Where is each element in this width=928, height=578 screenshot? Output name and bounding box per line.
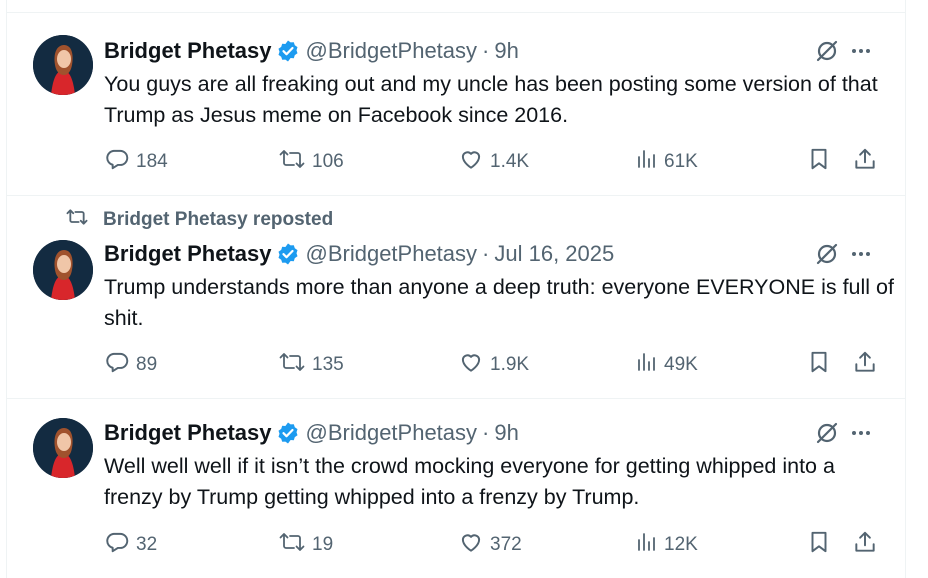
reply-count: 32 — [136, 534, 158, 555]
share-icon — [852, 146, 884, 178]
repost-icon — [278, 349, 312, 381]
reply-count: 184 — [136, 151, 168, 172]
reply-icon — [104, 349, 136, 381]
views-count: 49K — [664, 354, 698, 375]
avatar[interactable] — [33, 418, 93, 478]
tweet[interactable]: Bridget Phetasy @BridgetPhetasy · 9h You… — [7, 12, 905, 196]
author-handle[interactable]: @BridgetPhetasy — [306, 38, 478, 64]
bookmark-button[interactable] — [806, 530, 838, 560]
share-button[interactable] — [852, 530, 884, 560]
separator: · — [482, 38, 490, 63]
author-handle[interactable]: @BridgetPhetasy — [306, 241, 478, 267]
views-icon — [634, 146, 664, 178]
grok-icon[interactable] — [814, 241, 840, 272]
repost-indicator: Bridget Phetasy reposted — [65, 208, 333, 232]
like-button[interactable]: 1.9K — [458, 350, 529, 380]
verified-badge-icon — [276, 39, 300, 63]
author-name[interactable]: Bridget Phetasy — [104, 420, 272, 446]
repost-count: 19 — [312, 534, 334, 555]
tweet[interactable]: Bridget Phetasy reposted Bridget Phetasy… — [7, 196, 905, 399]
share-icon — [852, 349, 884, 381]
author-name[interactable]: Bridget Phetasy — [104, 241, 272, 267]
like-count: 1.9K — [490, 354, 530, 375]
repost-icon — [278, 529, 312, 561]
action-bar: 184 106 1.4K 61K — [104, 147, 894, 177]
tweet-text: You guys are all freaking out and my unc… — [104, 72, 878, 127]
reply-icon — [104, 529, 136, 561]
repost-icon — [65, 207, 89, 233]
repost-button[interactable]: 135 — [278, 350, 344, 380]
views-icon — [634, 529, 664, 561]
more-icon[interactable] — [848, 38, 874, 69]
tweet-header: Bridget Phetasy @BridgetPhetasy · 9h — [104, 419, 519, 447]
grok-icon[interactable] — [814, 420, 840, 451]
tweet-text: Trump understands more than anyone a dee… — [104, 275, 894, 330]
more-icon[interactable] — [848, 241, 874, 272]
header-actions — [814, 421, 874, 449]
views-button[interactable]: 61K — [634, 147, 698, 177]
verified-badge-icon — [276, 421, 300, 445]
tweet-header: Bridget Phetasy @BridgetPhetasy · 9h — [104, 37, 519, 65]
like-icon — [458, 529, 490, 561]
repost-button[interactable]: 19 — [278, 530, 333, 560]
repost-count: 106 — [312, 151, 344, 172]
timestamp[interactable]: 9h — [494, 38, 518, 64]
header-actions — [814, 39, 874, 67]
grok-icon[interactable] — [814, 38, 840, 69]
bookmark-button[interactable] — [806, 350, 838, 380]
views-button[interactable]: 49K — [634, 350, 698, 380]
action-bar: 32 19 372 12K — [104, 530, 894, 560]
like-count: 1.4K — [490, 151, 530, 172]
share-button[interactable] — [852, 147, 884, 177]
like-button[interactable]: 372 — [458, 530, 522, 560]
share-icon — [852, 529, 884, 561]
timeline: Bridget Phetasy @BridgetPhetasy · 9h You… — [6, 0, 906, 578]
more-icon[interactable] — [848, 420, 874, 451]
repost-button[interactable]: 106 — [278, 147, 344, 177]
action-bar: 89 135 1.9K 49K — [104, 350, 894, 380]
reply-button[interactable]: 32 — [104, 530, 157, 560]
author-name[interactable]: Bridget Phetasy — [104, 38, 272, 64]
repost-count: 135 — [312, 354, 344, 375]
separator: · — [482, 241, 490, 266]
views-button[interactable]: 12K — [634, 530, 698, 560]
header-actions — [814, 242, 874, 270]
views-icon — [634, 349, 664, 381]
views-count: 61K — [664, 151, 698, 172]
avatar[interactable] — [33, 35, 93, 95]
bookmark-icon — [806, 146, 838, 178]
separator: · — [482, 420, 490, 445]
like-button[interactable]: 1.4K — [458, 147, 529, 177]
author-handle[interactable]: @BridgetPhetasy — [306, 420, 478, 446]
tweet-text: Well well well if it isn’t the crowd moc… — [104, 454, 835, 509]
bookmark-icon — [806, 529, 838, 561]
timestamp[interactable]: 9h — [494, 420, 518, 446]
repost-label[interactable]: Bridget Phetasy reposted — [103, 209, 333, 231]
verified-badge-icon — [276, 242, 300, 266]
views-count: 12K — [664, 534, 698, 555]
reply-button[interactable]: 184 — [104, 147, 168, 177]
like-count: 372 — [490, 534, 522, 555]
avatar[interactable] — [33, 240, 93, 300]
reply-count: 89 — [136, 354, 158, 375]
bookmark-icon — [806, 349, 838, 381]
share-button[interactable] — [852, 350, 884, 380]
timestamp[interactable]: Jul 16, 2025 — [494, 241, 614, 267]
reply-button[interactable]: 89 — [104, 350, 157, 380]
tweet[interactable]: Bridget Phetasy @BridgetPhetasy · 9h Wel… — [7, 400, 905, 578]
reply-icon — [104, 146, 136, 178]
like-icon — [458, 349, 490, 381]
bookmark-button[interactable] — [806, 147, 838, 177]
tweet-header: Bridget Phetasy @BridgetPhetasy · Jul 16… — [104, 240, 614, 268]
repost-icon — [278, 146, 312, 178]
like-icon — [458, 146, 490, 178]
